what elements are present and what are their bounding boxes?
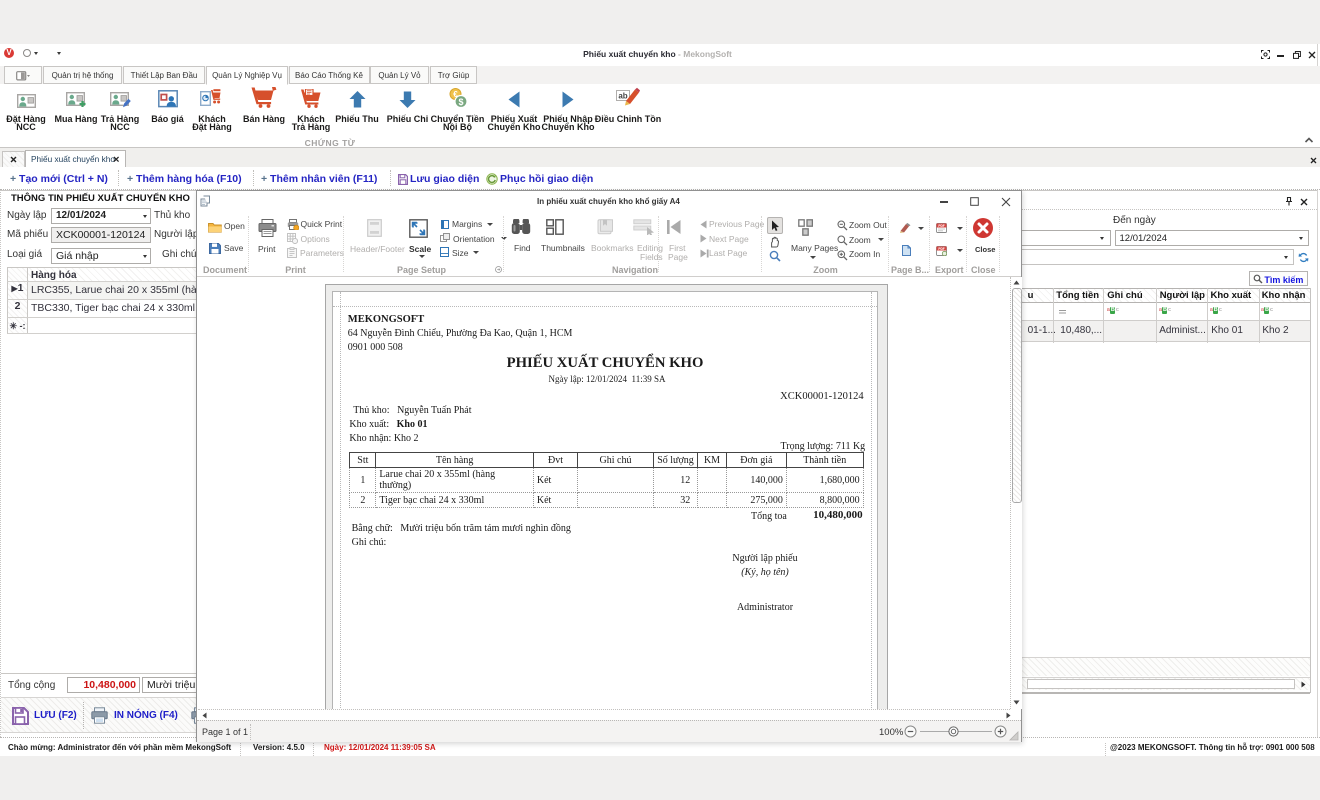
svg-text:PDF: PDF	[938, 246, 944, 250]
svg-text:ab: ab	[618, 92, 627, 101]
svg-text:PDF: PDF	[938, 223, 944, 227]
svg-text:$: $	[458, 97, 463, 107]
